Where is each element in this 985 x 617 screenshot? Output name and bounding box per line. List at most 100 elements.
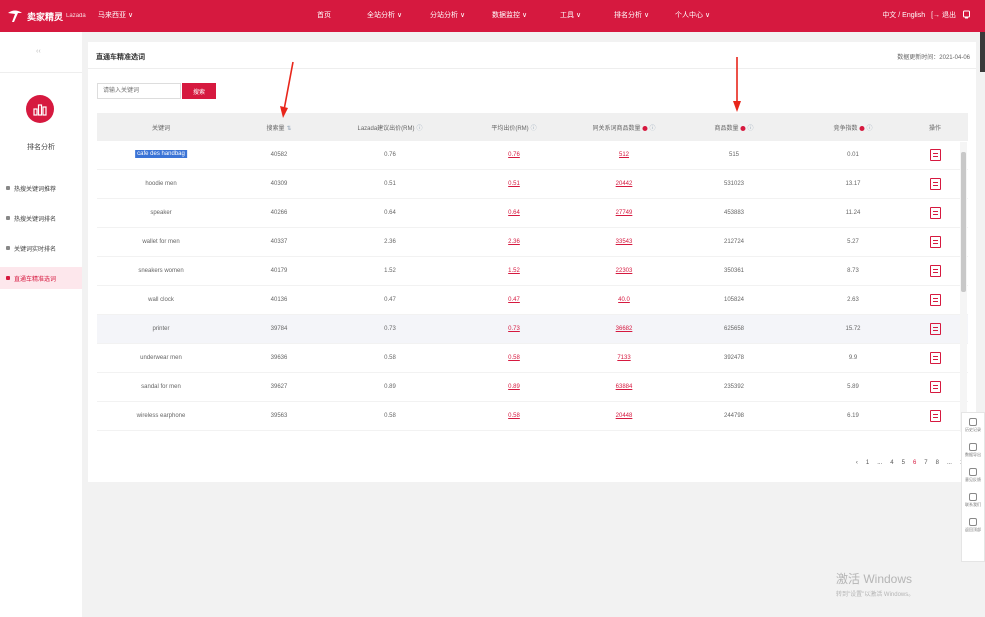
table-cell[interactable]: 2.36: [508, 239, 520, 245]
sort-icon[interactable]: ⇅: [286, 126, 291, 132]
table-cell: 392478: [723, 355, 745, 361]
help-dot-icon[interactable]: [740, 125, 746, 131]
page-link[interactable]: ...: [877, 460, 882, 466]
table-cell[interactable]: 0.51: [508, 181, 520, 187]
history-icon: [969, 418, 977, 426]
nav-item[interactable]: 全站分析 ∨: [367, 10, 402, 20]
search-button[interactable]: 搜索: [182, 83, 216, 99]
keyword-cell: sneakers women: [138, 268, 184, 274]
nav-item[interactable]: 首页: [317, 10, 331, 20]
table-cell[interactable]: 512: [619, 152, 629, 158]
sidebar-item[interactable]: 关键词实时排名: [0, 237, 82, 259]
logo[interactable]: 卖家精灵 Lazada: [6, 9, 86, 23]
table-cell[interactable]: 33543: [616, 239, 633, 245]
table-cell[interactable]: 22303: [616, 268, 633, 274]
table-cell[interactable]: 0.47: [508, 297, 520, 303]
float-tool-label: 联系我们: [965, 502, 981, 507]
view-detail-icon[interactable]: [930, 178, 941, 190]
page-scrollbar[interactable]: [980, 32, 985, 72]
sidebar-item[interactable]: 直通车精准选词: [0, 267, 82, 289]
view-detail-icon[interactable]: [930, 236, 941, 248]
table-scrollbar[interactable]: [960, 142, 967, 432]
page-link[interactable]: 4: [890, 460, 893, 466]
table-cell[interactable]: 20448: [616, 413, 633, 419]
view-detail-icon[interactable]: [930, 381, 941, 393]
page-link[interactable]: 7: [924, 460, 927, 466]
float-tool[interactable]: 历史记录: [962, 413, 984, 438]
table-cell[interactable]: 0.64: [508, 210, 520, 216]
table-cell[interactable]: 0.58: [508, 413, 520, 419]
keyword-cell: sandal for men: [141, 384, 181, 390]
help-dot-icon[interactable]: [642, 125, 648, 131]
help-dot-icon[interactable]: [859, 125, 865, 131]
table-cell[interactable]: 1.52: [508, 268, 520, 274]
table-cell[interactable]: 20442: [616, 181, 633, 187]
info-icon[interactable]: ⓘ: [748, 126, 754, 132]
table-scroll-thumb[interactable]: [961, 152, 966, 292]
float-tool-label: 返回顶部: [965, 527, 981, 532]
column-header: Lazada建议出价(RM) ⓘ: [357, 123, 422, 132]
page-link[interactable]: 1: [866, 460, 869, 466]
table-cell[interactable]: 63884: [616, 384, 633, 390]
float-tool[interactable]: 返回顶部: [962, 513, 984, 538]
nav-item[interactable]: 排名分析 ∨: [614, 10, 649, 20]
table-cell[interactable]: 0.89: [508, 384, 520, 390]
logout-link[interactable]: [→ 退出: [931, 10, 956, 20]
table-cell[interactable]: 40.0: [618, 297, 630, 303]
table-cell[interactable]: 0.76: [508, 152, 520, 158]
table-cell: 39563: [270, 413, 288, 419]
nav-item[interactable]: 分站分析 ∨: [430, 10, 465, 20]
column-header-label: 商品数量: [714, 126, 739, 132]
table-cell[interactable]: 7133: [617, 355, 630, 361]
panel-divider: [88, 68, 976, 69]
column-header: 关键词: [152, 123, 170, 132]
page-link[interactable]: ...: [947, 460, 952, 466]
view-detail-icon[interactable]: [930, 294, 941, 306]
view-detail-icon[interactable]: [930, 323, 941, 335]
view-detail-icon[interactable]: [930, 352, 941, 364]
info-icon[interactable]: ⓘ: [867, 126, 873, 132]
logo-icon: [8, 10, 22, 22]
top-right-tools: 中文 / English [→ 退出: [882, 10, 971, 20]
column-header[interactable]: 搜索量 ⇅: [266, 123, 291, 132]
column-header-label: 平均出价(RM): [491, 126, 529, 132]
table-cell: 350361: [723, 268, 745, 274]
page-link[interactable]: 6: [913, 460, 916, 466]
info-icon[interactable]: ⓘ: [650, 126, 656, 132]
page-link[interactable]: 5: [902, 460, 905, 466]
table-row: hoodie men 40309 0.51 0.51 20442 531023 13.17: [97, 170, 968, 199]
float-tool[interactable]: 联系我们: [962, 488, 984, 513]
nav-item[interactable]: 个人中心 ∨: [675, 10, 710, 20]
page-link[interactable]: 8: [936, 460, 939, 466]
table-cell[interactable]: 0.73: [508, 326, 520, 332]
collapse-sidebar-icon[interactable]: ‹‹: [36, 48, 41, 55]
view-detail-icon[interactable]: [930, 207, 941, 219]
table-cell: 39784: [270, 326, 288, 332]
float-tool-label: 历史记录: [965, 427, 981, 432]
language-switch[interactable]: 中文 / English: [882, 10, 925, 20]
sidebar-item[interactable]: 热搜关键词推荐: [0, 177, 82, 199]
table-cell: 0.01: [847, 152, 859, 158]
bell-icon[interactable]: [962, 10, 971, 19]
info-icon[interactable]: ⓘ: [531, 126, 537, 132]
table-cell[interactable]: 0.58: [508, 355, 520, 361]
table-row: wireless earphone 39563 0.58 0.58 20448 24479…: [97, 402, 968, 431]
view-detail-icon[interactable]: [930, 410, 941, 422]
sidebar-item[interactable]: 热搜关键词排名: [0, 207, 82, 229]
view-detail-icon[interactable]: [930, 265, 941, 277]
view-detail-icon[interactable]: [930, 149, 941, 161]
table-cell[interactable]: 27749: [616, 210, 633, 216]
page-link[interactable]: ‹: [856, 460, 858, 466]
site-select[interactable]: 马来西亚 ∨: [98, 10, 133, 20]
table-cell: 0.47: [384, 297, 396, 303]
table-cell: 531023: [723, 181, 745, 187]
table-cell[interactable]: 36682: [616, 326, 633, 332]
float-tool[interactable]: 数据导出: [962, 438, 984, 463]
nav-item[interactable]: 数据监控 ∨: [492, 10, 527, 20]
table-cell: 453883: [723, 210, 745, 216]
float-tool[interactable]: 意见反馈: [962, 463, 984, 488]
keyword-cell: underwear men: [140, 355, 182, 361]
keyword-search-input[interactable]: [97, 83, 181, 99]
info-icon[interactable]: ⓘ: [417, 126, 423, 132]
nav-item[interactable]: 工具 ∨: [560, 10, 581, 20]
